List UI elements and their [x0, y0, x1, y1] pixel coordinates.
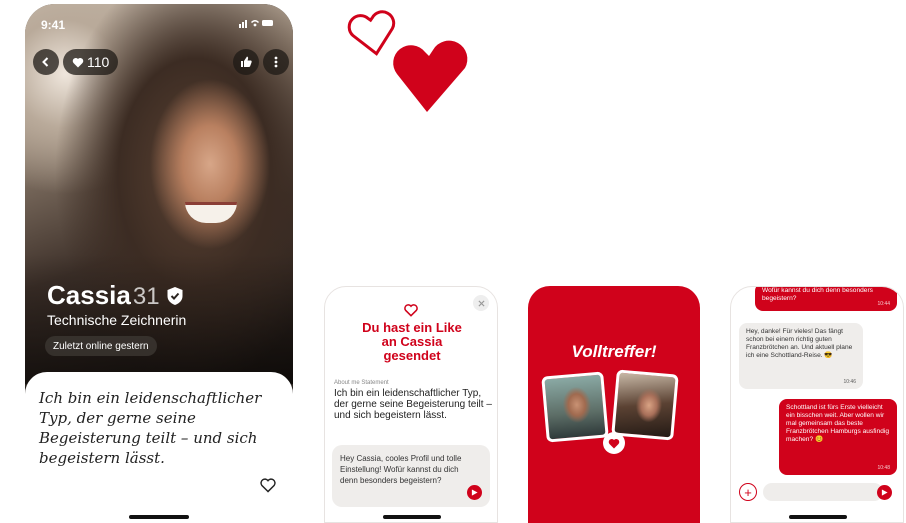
- like-heart-button[interactable]: [259, 477, 277, 498]
- send-icon: [471, 489, 478, 496]
- more-vertical-icon: [274, 56, 278, 68]
- send-icon: [881, 489, 888, 496]
- likes-counter[interactable]: 110: [63, 49, 119, 75]
- message-text: Schottland ist fürs Erste vielleicht ein…: [786, 404, 889, 443]
- message-time: 10:48: [877, 465, 890, 471]
- close-button[interactable]: [473, 295, 489, 311]
- profile-age: 31: [132, 283, 160, 310]
- add-attachment-button[interactable]: +: [739, 483, 757, 501]
- chat-message-sent: Wofür kannst du dich denn besonders bege…: [755, 287, 897, 311]
- match-heart-badge: [603, 432, 625, 454]
- match-photo-woman: [611, 369, 679, 441]
- message-time: 10:44: [877, 301, 890, 307]
- chat-message-received: Hey, danke! Für vieles! Das fängt schon …: [739, 323, 863, 389]
- chat-phone: Wofür kannst du dich denn besonders bege…: [730, 286, 904, 523]
- profile-job: Technische Zeichnerin: [47, 312, 187, 328]
- message-text: Wofür kannst du dich denn besonders bege…: [762, 287, 873, 302]
- photo-smile-detail: [185, 202, 237, 223]
- message-text: Hey, danke! Für vieles! Das fängt schon …: [746, 328, 853, 359]
- likes-count: 110: [87, 54, 110, 70]
- message-input[interactable]: [763, 483, 883, 501]
- plus-icon: +: [744, 484, 752, 500]
- home-indicator: [789, 515, 847, 519]
- like-sent-title: Du hast ein Like an Cassia gesendet: [362, 320, 462, 363]
- back-button[interactable]: [33, 49, 59, 75]
- message-time: 10:46: [843, 379, 856, 385]
- status-icons: [239, 18, 275, 31]
- home-indicator: [383, 515, 441, 519]
- like-sent-phone: Du hast ein Like an Cassia gesendet Abou…: [324, 286, 498, 523]
- send-button[interactable]: [467, 485, 482, 500]
- more-options-button[interactable]: [263, 49, 289, 75]
- match-photo-man: [541, 371, 609, 443]
- outline-heart-icon: [347, 10, 396, 56]
- chat-message-sent: Schottland ist fürs Erste vielleicht ein…: [779, 399, 897, 475]
- close-icon: [477, 299, 485, 307]
- profile-name-row: Cassia31: [47, 280, 184, 313]
- filled-heart-icon: [393, 40, 468, 112]
- match-phone: Volltreffer!: [528, 286, 700, 523]
- chevron-left-icon: [42, 57, 49, 67]
- decorative-hearts: [345, 4, 480, 119]
- profile-name: Cassia: [47, 280, 131, 310]
- home-indicator: [129, 515, 189, 519]
- profile-phone: 9:41 110 Cassia31 Technische Zeichnerin …: [25, 4, 293, 523]
- send-button[interactable]: [877, 485, 892, 500]
- thumbs-up-button[interactable]: [233, 49, 259, 75]
- online-status-badge: Zuletzt online gestern: [45, 336, 157, 356]
- verified-shield-icon: [166, 282, 184, 313]
- heart-icon: [72, 57, 84, 67]
- status-time: 9:41: [41, 18, 66, 32]
- sent-message-text: Hey Cassia, cooles Profil und tolle Eins…: [340, 454, 462, 485]
- thumbs-up-icon: [241, 56, 252, 67]
- profile-statement: Ich bin ein leidenschaftlicher Typ, der …: [39, 389, 262, 467]
- statement-label: About me Statement: [334, 380, 389, 386]
- heart-icon: [608, 438, 620, 448]
- match-headline: Volltreffer!: [571, 342, 657, 361]
- statement-text: Ich bin ein leidenschaftlicher Typ, der …: [334, 388, 492, 421]
- heart-outline-icon: [260, 478, 276, 493]
